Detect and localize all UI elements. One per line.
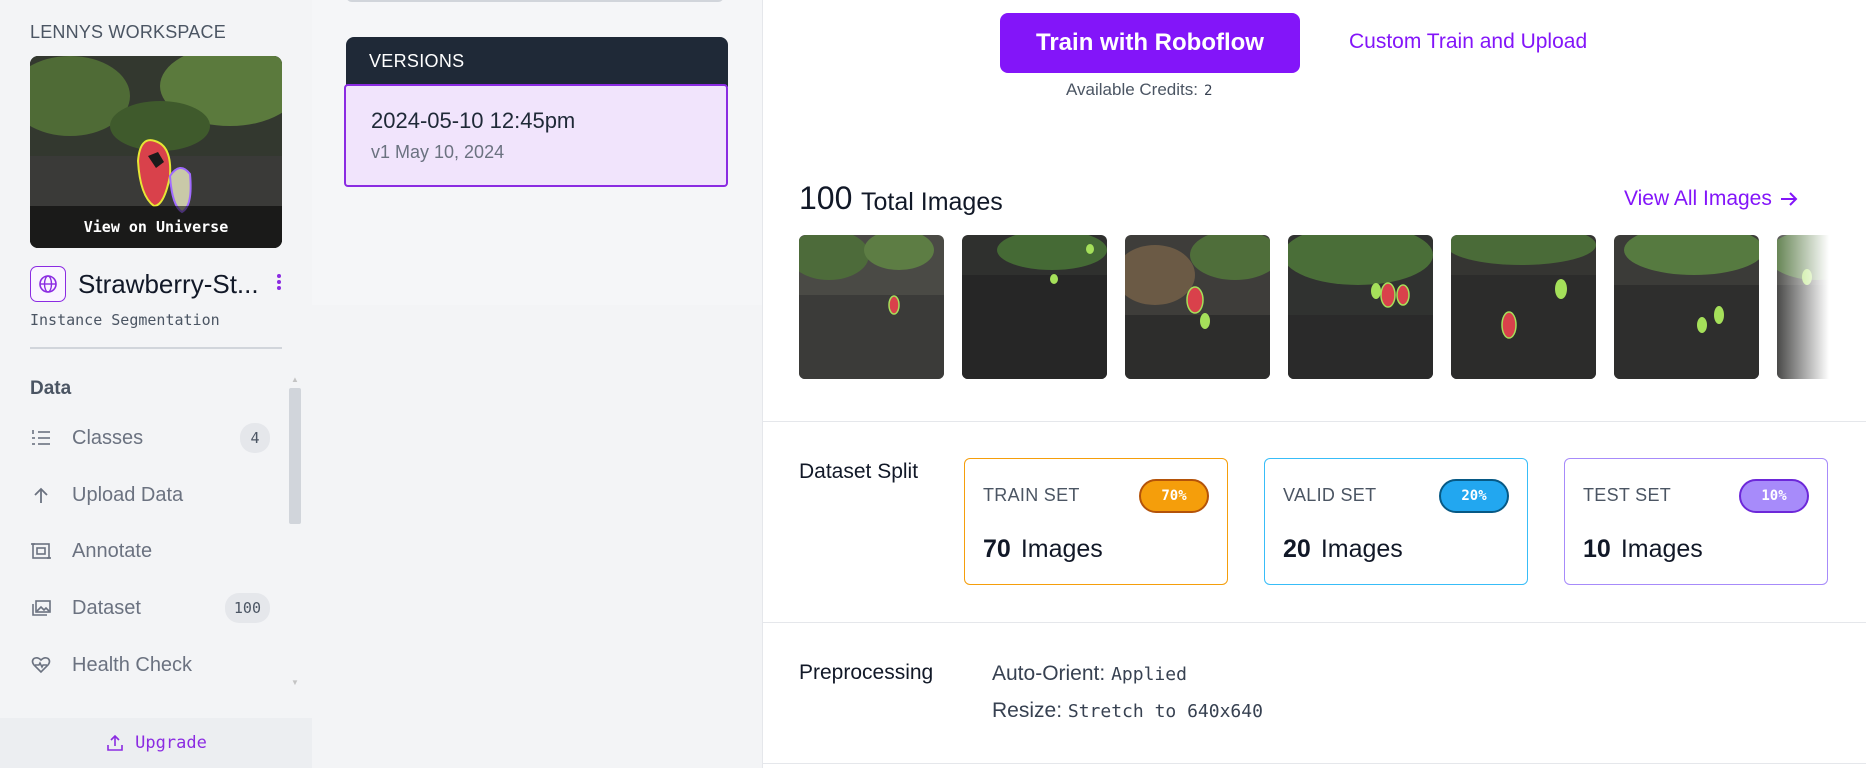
more-options-icon[interactable] [276, 273, 282, 295]
upgrade-button[interactable]: Upgrade [0, 718, 312, 768]
dataset-image-thumbnail[interactable] [1288, 235, 1433, 379]
split-percentage-badge: 10% [1739, 479, 1809, 513]
project-header: Strawberry-St... [30, 266, 292, 302]
split-count-unit: Images [1620, 535, 1703, 563]
split-count: 10 Images [1583, 535, 1703, 564]
preprocessing-value: Applied [1111, 664, 1187, 685]
split-percentage-badge: 20% [1439, 479, 1509, 513]
section-divider [763, 421, 1866, 422]
preprocessing-key: Resize: [992, 699, 1063, 722]
view-on-universe-link[interactable]: View on Universe [30, 206, 282, 248]
scroll-up-arrow-icon[interactable]: ▲ [291, 375, 299, 384]
classes-count-badge: 4 [240, 423, 270, 453]
preprocessing-key: Auto-Orient: [992, 662, 1106, 685]
section-divider [763, 622, 1866, 623]
view-all-label: View All Images [1624, 187, 1772, 210]
sidebar-item-dataset[interactable]: Dataset 100 [30, 588, 270, 628]
version-subtitle: v1 May 10, 2024 [371, 142, 505, 162]
split-title: TEST SET [1583, 485, 1672, 505]
available-credits: Available Credits: 2 [1066, 80, 1212, 100]
split-title: TRAIN SET [983, 485, 1080, 505]
sidebar-item-label: Annotate [72, 539, 153, 562]
sidebar: LENNYS WORKSPACE View on Universe Strawb… [0, 0, 312, 768]
sidebar-item-label: Health Check [72, 653, 193, 676]
split-count-unit: Images [1320, 535, 1403, 563]
sidebar-item-annotate[interactable]: Annotate [30, 531, 270, 571]
section-divider [763, 763, 1866, 764]
test-set-card[interactable]: TEST SET 10% 10 Images [1564, 458, 1828, 585]
upgrade-icon [107, 734, 123, 751]
credits-label: Available Credits: [1066, 80, 1198, 99]
total-images-label: Total Images [861, 188, 1003, 216]
project-thumbnail[interactable]: View on Universe [30, 56, 282, 248]
valid-set-card[interactable]: VALID SET 20% 20 Images [1264, 458, 1528, 585]
images-stack-icon [30, 597, 52, 619]
main-panel: Train with Roboflow Custom Train and Upl… [763, 0, 1866, 768]
sidebar-item-label: Upload Data [72, 483, 184, 506]
split-percentage-badge: 70% [1139, 479, 1209, 513]
split-count: 70 Images [983, 535, 1103, 564]
sidebar-item-upload-data[interactable]: Upload Data [30, 475, 270, 515]
heart-pulse-icon [30, 654, 52, 676]
globe-icon [30, 266, 66, 302]
sidebar-scrollbar[interactable] [289, 388, 301, 524]
dataset-image-thumbnail[interactable] [1614, 235, 1759, 379]
dataset-image-thumbnail[interactable] [1451, 235, 1596, 379]
annotate-icon [30, 540, 52, 562]
upgrade-label: Upgrade [135, 733, 207, 753]
data-section-title: Data [30, 378, 72, 399]
preprocessing-auto-orient: Auto-Orient: Applied [992, 662, 1187, 686]
version-item-selected[interactable]: 2024-05-10 12:45pm v1 May 10, 2024 [344, 84, 728, 187]
workspace-name[interactable]: LENNYS WORKSPACE [30, 22, 226, 43]
split-title: VALID SET [1283, 485, 1377, 505]
list-icon [30, 427, 52, 449]
upload-arrow-icon [30, 484, 52, 506]
dataset-image-thumbnail[interactable] [799, 235, 944, 379]
versions-header: VERSIONS [346, 37, 728, 87]
train-set-card[interactable]: TRAIN SET 70% 70 Images [964, 458, 1228, 585]
dataset-image-thumbnail[interactable] [1125, 235, 1270, 379]
dataset-count-badge: 100 [224, 593, 270, 623]
project-name[interactable]: Strawberry-St... [78, 269, 268, 300]
sidebar-item-health-check[interactable]: Health Check [30, 645, 270, 685]
custom-train-upload-link[interactable]: Custom Train and Upload [1349, 30, 1587, 54]
version-title: 2024-05-10 12:45pm [371, 108, 576, 133]
credits-value: 2 [1203, 83, 1213, 99]
preprocessing-resize: Resize: Stretch to 640x640 [992, 699, 1263, 723]
split-count-number: 70 [983, 535, 1011, 563]
dataset-split-label: Dataset Split [799, 460, 919, 483]
total-images-count: 100 [799, 180, 853, 216]
preprocessing-label: Preprocessing [799, 661, 934, 684]
split-count-number: 20 [1283, 535, 1311, 563]
image-preview-strip [799, 235, 1829, 379]
sidebar-item-classes[interactable]: Classes 4 [30, 418, 270, 458]
sidebar-divider [30, 347, 282, 349]
project-type: Instance Segmentation [30, 311, 220, 329]
versions-panel: VERSIONS 2024-05-10 12:45pm v1 May 10, 2… [312, 0, 762, 768]
sidebar-item-label: Classes [72, 426, 144, 449]
sidebar-item-label: Dataset [72, 596, 141, 619]
split-count-number: 10 [1583, 535, 1611, 563]
preprocessing-value: Stretch to 640x640 [1067, 701, 1263, 722]
split-count: 20 Images [1283, 535, 1403, 564]
scroll-down-arrow-icon[interactable]: ▼ [291, 678, 299, 687]
train-with-roboflow-button[interactable]: Train with Roboflow [1000, 13, 1300, 73]
view-all-images-link[interactable]: View All Images [1624, 187, 1798, 211]
split-count-unit: Images [1020, 535, 1103, 563]
strip-fade [1769, 235, 1829, 379]
previous-card-edge [346, 0, 724, 2]
dataset-image-thumbnail[interactable] [962, 235, 1107, 379]
arrow-right-icon [1780, 192, 1798, 206]
